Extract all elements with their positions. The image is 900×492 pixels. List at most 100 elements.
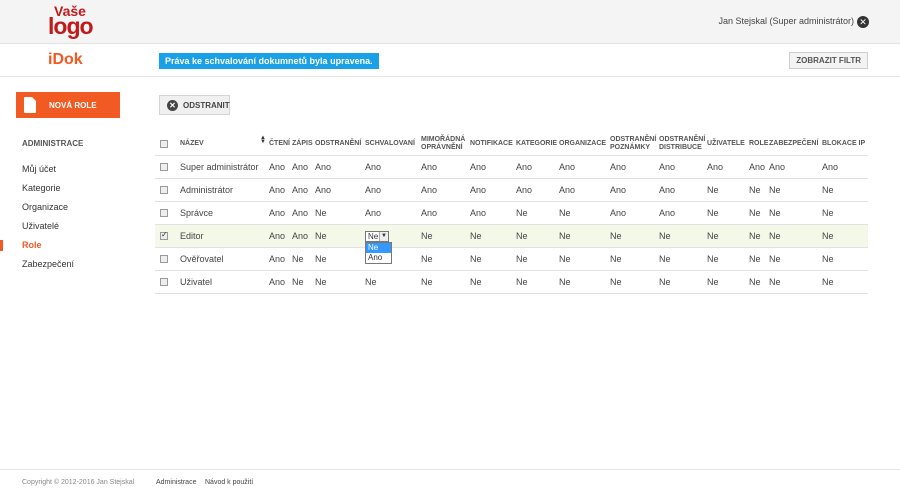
cell-delete-distribution: Ano (659, 185, 676, 195)
sidebar-item-categories[interactable]: Kategorie (0, 179, 130, 198)
select-all-cell (160, 132, 168, 155)
cell-role-name[interactable]: Uživatel (180, 271, 212, 293)
footer-link-administration[interactable]: Administrace (156, 479, 196, 486)
table-row[interactable]: Administrátor Ano Ano Ano Ano Ano Ano Ano Ano Ano… (155, 179, 868, 202)
cell-delete-notes: Ano (610, 162, 627, 172)
roles-table: NÁZEV ▲ ▼ ČTENÍ ZÁPIS ODSTRANĚNÍ SCHVALOV… (155, 132, 868, 294)
cell-role-name[interactable]: Editor (180, 225, 204, 247)
cell-role-name[interactable]: Super administrátor (180, 156, 259, 178)
header-roles: ROLE (749, 139, 769, 147)
close-circle-icon[interactable]: ✕ (857, 16, 869, 28)
sidebar-heading: ADMINISTRACE (22, 139, 84, 148)
header-name[interactable]: NÁZEV (180, 132, 204, 155)
table-row[interactable]: EditorAnoAnoNeNeNeNeNeNeNeNeNeNeNeNe▼NeA… (155, 225, 868, 264)
header-approval: SCHVALOVANÍ (365, 139, 415, 147)
footer: Copyright © 2012-2016 Jan Stejskal Admin… (0, 469, 900, 492)
header-delete-notes: ODSTRANĚNÍ POZNÁMKY (610, 135, 657, 151)
cell-security: Ano (769, 162, 786, 172)
approval-option[interactable]: Ano (366, 253, 391, 263)
row-checkbox[interactable] (160, 230, 168, 240)
row-checkbox[interactable] (160, 278, 168, 286)
cell-organizations: Ne (559, 277, 571, 287)
cell-categories: Ne (516, 208, 528, 218)
approval-option[interactable]: Ne (366, 243, 391, 253)
cell-read: Ano (269, 254, 286, 264)
table-header-row: NÁZEV ▲ ▼ ČTENÍ ZÁPIS ODSTRANĚNÍ SCHVALOV… (155, 132, 868, 156)
cell-special-rights: Ano (421, 162, 438, 172)
cell-delete-distribution: Ne (659, 231, 671, 241)
company-logo[interactable]: Vaše logo (48, 4, 94, 40)
row-select-cell (160, 225, 168, 247)
cell-role-name[interactable]: Administrátor (180, 179, 233, 201)
cell-categories: Ano (516, 185, 533, 195)
header-delete-distribution: ODSTRANĚNÍ DISTRIBUCE (659, 135, 706, 151)
sidebar-item-account[interactable]: Můj účet (0, 160, 130, 179)
sort-icon[interactable]: ▲ ▼ (260, 135, 266, 145)
cell-roles: Ne (749, 185, 761, 195)
new-role-button[interactable]: NOVÁ ROLE (16, 92, 120, 118)
header-security: ZABEZPEČENÍ (769, 139, 819, 147)
cell-users: Ne (707, 208, 719, 218)
cell-categories: Ano (516, 162, 533, 172)
header-notifications: NOTIFIKACE (470, 139, 513, 147)
table-row[interactable]: Ověřovatel Ano Ne Ne Ne Ne Ne Ne Ne Ne Ne Ne Ne Ne (155, 248, 868, 271)
cell-roles: Ne (749, 231, 761, 241)
sidebar-item-roles[interactable]: Role (0, 236, 130, 255)
cell-delete-notes: Ne (610, 231, 622, 241)
app-name[interactable]: iDok (48, 51, 83, 69)
row-checkbox[interactable] (160, 209, 168, 217)
cell-write: Ne (292, 277, 304, 287)
cell-categories: Ne (516, 254, 528, 264)
table-row[interactable]: Uživatel Ano Ne Ne Ne Ne Ne Ne Ne Ne Ne Ne Ne Ne Ne (155, 271, 868, 294)
table-row[interactable]: Správce Ano Ano Ne Ano Ano Ano Ne Ne Ano Ano Ne Ne Ne… (155, 202, 868, 225)
row-checkbox[interactable] (160, 255, 168, 263)
cell-security: Ne (769, 254, 781, 264)
table-body: Super administrátor Ano Ano Ano Ano Ano Ano Ano… (155, 156, 868, 294)
cell-approval: Ano (365, 185, 382, 195)
cell-write: Ano (292, 185, 309, 195)
cell-approval: Ne (365, 277, 377, 287)
cell-roles: Ne (749, 277, 761, 287)
cell-ip-block: Ne (822, 185, 834, 195)
cell-notifications: Ne (470, 277, 482, 287)
cell-special-rights: Ano (421, 185, 438, 195)
sidebar-item-users[interactable]: Uživatelé (0, 217, 130, 236)
cell-special-rights: Ne (421, 254, 433, 264)
row-checkbox[interactable] (160, 163, 168, 171)
cell-delete-distribution: Ne (659, 254, 671, 264)
cell-role-name[interactable]: Správce (180, 202, 213, 224)
row-select-cell (160, 156, 168, 178)
cell-security: Ne (769, 277, 781, 287)
cell-organizations: Ne (559, 254, 571, 264)
cell-users: Ne (707, 185, 719, 195)
show-filter-button[interactable]: ZOBRAZIT FILTR (789, 52, 868, 69)
remove-label: ODSTRANIT (183, 101, 230, 110)
select-all-checkbox[interactable] (160, 139, 168, 148)
footer-link-manual[interactable]: Návod k použití (205, 479, 253, 486)
cell-notifications: Ano (470, 185, 487, 195)
sidebar-item-security[interactable]: Zabezpečení (0, 255, 130, 274)
cell-users: Ano (707, 162, 724, 172)
cell-role-name[interactable]: Ověřovatel (180, 248, 224, 270)
approval-select-value: Ne (368, 232, 379, 241)
approval-select[interactable]: Ne ▼ (365, 231, 389, 242)
cell-organizations: Ne (559, 208, 571, 218)
app-bar: iDok Práva ke schvalování dokumnetů byla… (0, 45, 900, 77)
current-user[interactable]: Jan Stejskal (Super administrátor) (718, 16, 854, 26)
cell-read: Ano (269, 231, 286, 241)
copyright: Copyright © 2012-2016 Jan Stejskal (22, 479, 135, 486)
cell-write: Ano (292, 208, 309, 218)
row-select-cell (160, 179, 168, 201)
sidebar-item-organizations[interactable]: Organizace (0, 198, 130, 217)
chevron-down-icon[interactable]: ▼ (379, 232, 388, 241)
row-select-cell (160, 271, 168, 293)
table-row[interactable]: Super administrátor Ano Ano Ano Ano Ano Ano Ano… (155, 156, 868, 179)
cell-write: Ano (292, 162, 309, 172)
cell-read: Ano (269, 277, 286, 287)
remove-button[interactable]: ✕ ODSTRANIT (159, 95, 230, 115)
logo-line-2: logo (48, 13, 94, 39)
row-checkbox[interactable] (160, 186, 168, 194)
header-delete: ODSTRANĚNÍ (315, 139, 362, 147)
cell-delete-notes: Ano (610, 208, 627, 218)
cell-ip-block: Ne (822, 254, 834, 264)
